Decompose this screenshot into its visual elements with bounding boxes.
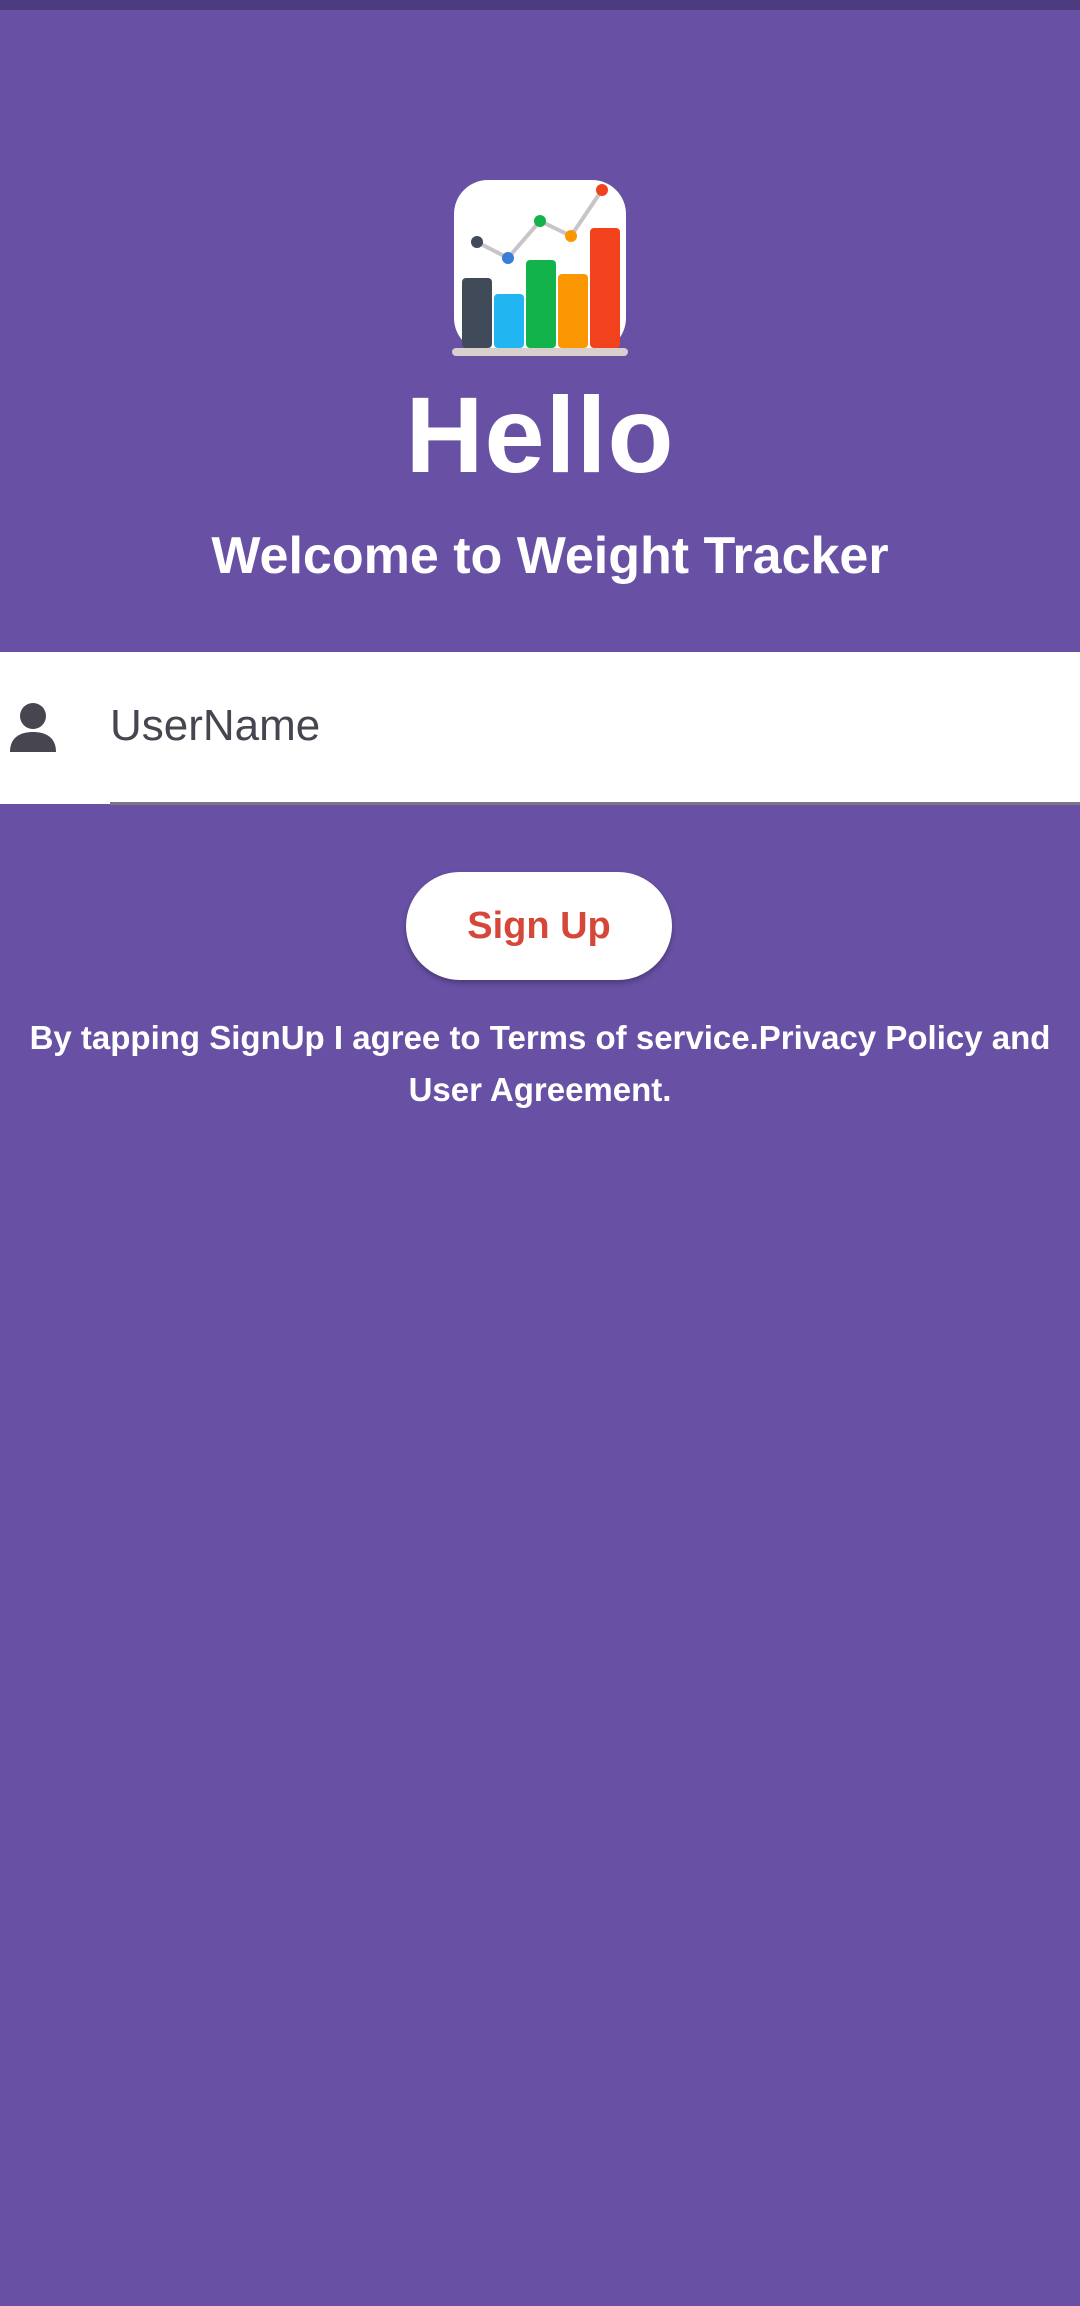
username-input[interactable]: [110, 676, 1050, 776]
bar-chart-app-icon: [450, 178, 630, 360]
sign-up-button[interactable]: Sign Up: [406, 872, 672, 980]
status-bar: [0, 0, 1080, 10]
username-underline: [110, 802, 1080, 805]
page-title: Hello: [405, 374, 675, 495]
username-field[interactable]: [0, 652, 1080, 805]
terms-text: By tapping SignUp I agree to Terms of se…: [29, 1019, 1051, 1108]
welcome-subtitle: Welcome to Weight Tracker: [211, 527, 889, 585]
person-icon: [8, 702, 58, 754]
